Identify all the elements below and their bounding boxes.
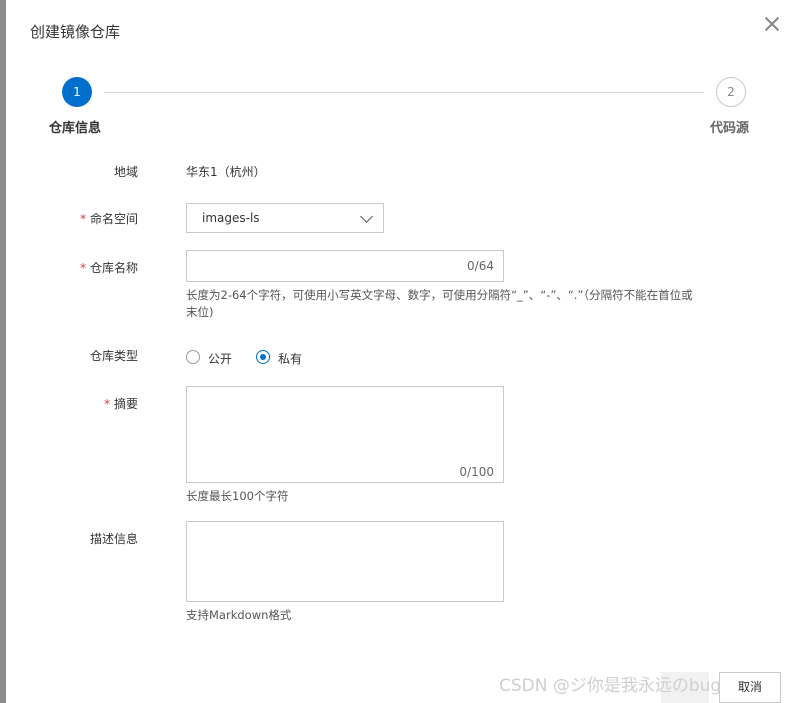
repo-name-help: 长度为2-64个字符，可使用小写英文字母、数字，可使用分隔符“_”、“-”、“.… xyxy=(186,287,726,321)
radio-public-label[interactable]: 公开 xyxy=(208,350,232,367)
summary-label: 摘要 xyxy=(18,395,138,412)
repo-name-input[interactable]: 0/64 xyxy=(186,250,504,282)
footer-button-hidden[interactable] xyxy=(661,672,709,703)
description-label: 描述信息 xyxy=(89,532,138,546)
namespace-label: 命名空间 xyxy=(18,210,138,227)
repo-name-label: 仓库名称 xyxy=(18,259,138,276)
step-1-indicator: 1 xyxy=(62,77,92,107)
region-value: 华东1（杭州） xyxy=(186,165,266,179)
radio-private-label[interactable]: 私有 xyxy=(278,350,302,367)
repo-type-label: 仓库类型 xyxy=(89,349,138,363)
step-connector-line xyxy=(104,92,704,93)
create-repo-dialog: 创建镜像仓库 1 2 仓库信息 代码源 地域 华东1（杭州） 命名空间 imag… xyxy=(6,0,785,703)
repo-name-help-line1: 长度为2-64个字符，可使用小写英文字母、数字，可使用分隔符“_”、“-”、“.… xyxy=(186,288,693,302)
dialog-title: 创建镜像仓库 xyxy=(30,23,121,41)
region-label: 地域 xyxy=(113,165,138,179)
step-2-indicator: 2 xyxy=(716,77,746,107)
repo-name-counter: 0/64 xyxy=(467,259,494,273)
step-1-label: 仓库信息 xyxy=(49,121,102,136)
radio-private[interactable] xyxy=(256,350,270,364)
cancel-button[interactable]: 取消 xyxy=(719,672,781,703)
namespace-selected-value: images-ls xyxy=(202,211,260,225)
close-icon[interactable] xyxy=(762,14,782,34)
summary-counter: 0/100 xyxy=(459,465,494,479)
summary-textarea[interactable]: 0/100 xyxy=(186,386,504,483)
step-2-label: 代码源 xyxy=(710,121,750,136)
description-textarea[interactable] xyxy=(186,521,504,602)
description-help: 支持Markdown格式 xyxy=(186,608,292,622)
radio-public[interactable] xyxy=(186,350,200,364)
repo-name-help-line2: 末位) xyxy=(186,305,214,319)
chevron-down-icon xyxy=(360,210,373,223)
namespace-select[interactable]: images-ls xyxy=(186,203,384,233)
summary-help: 长度最长100个字符 xyxy=(186,489,289,503)
